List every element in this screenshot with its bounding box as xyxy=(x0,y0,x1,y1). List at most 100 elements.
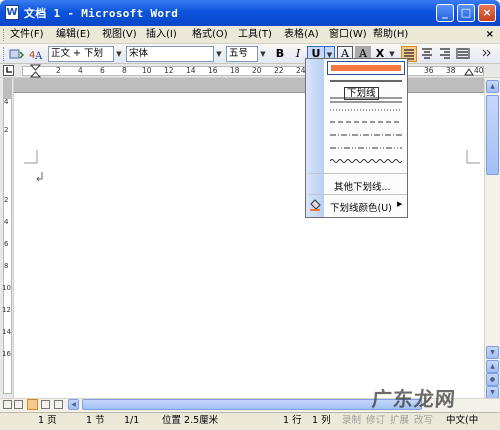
vertical-ruler-margin xyxy=(3,78,12,98)
minimize-button[interactable]: _ xyxy=(436,4,454,22)
ruler-number: 40 xyxy=(474,66,484,75)
ruler-number: 14 xyxy=(2,328,11,336)
web-view-icon[interactable] xyxy=(14,400,23,409)
indent-marker-icon[interactable] xyxy=(30,64,42,78)
underline-option-single[interactable] xyxy=(330,79,402,83)
right-indent-marker-icon[interactable] xyxy=(464,64,474,76)
status-overtype[interactable]: 改写 xyxy=(414,414,433,428)
close-button[interactable]: × xyxy=(478,4,496,22)
underline-option-selected[interactable] xyxy=(327,61,405,75)
ruler-number: 2 xyxy=(4,126,9,134)
print-view-icon[interactable] xyxy=(27,399,38,410)
submenu-arrow-icon: ▶ xyxy=(397,200,403,208)
menu-window[interactable]: 窗口(W) xyxy=(329,27,367,43)
style-combo[interactable]: 正文 + 下划 xyxy=(48,46,114,62)
underline-option-dash-dot[interactable] xyxy=(330,133,402,137)
ruler-number: 4 xyxy=(4,98,9,106)
paint-bucket-icon xyxy=(310,199,321,211)
underline-color-item[interactable]: 下划线颜色(U) xyxy=(330,200,392,214)
ruler-number: 8 xyxy=(4,262,9,270)
watermark: 广东龙网 xyxy=(371,387,457,411)
styles-pane-icon[interactable]: 4A xyxy=(28,46,44,62)
ruler-number: 12 xyxy=(2,306,11,314)
font-combo[interactable]: 宋体 xyxy=(126,46,214,62)
style-combo-value: 正文 + 下划 xyxy=(51,48,103,59)
menu-insert[interactable]: 插入(I) xyxy=(146,27,177,43)
menu-separator xyxy=(309,194,407,195)
status-page: 1 页 xyxy=(38,415,57,426)
window-title: 文档 1 - Microsoft Word xyxy=(24,7,179,20)
menu-view[interactable]: 视图(V) xyxy=(102,27,137,43)
ruler-number: 14 xyxy=(186,66,196,75)
size-combo-value: 五号 xyxy=(229,48,249,59)
status-line: 1 行 xyxy=(283,415,302,426)
toolbar-grip[interactable] xyxy=(3,47,5,61)
toolbar-overflow-icon[interactable] xyxy=(479,46,495,62)
right-margin-corner-icon xyxy=(466,150,480,164)
underline-option-dashed[interactable] xyxy=(330,120,402,124)
menu-edit[interactable]: 编辑(E) xyxy=(56,27,90,43)
underline-option-dotted[interactable] xyxy=(330,108,402,112)
menu-help[interactable]: 帮助(H) xyxy=(373,27,408,43)
browse-object-button[interactable]: ● xyxy=(486,373,499,386)
document-page[interactable] xyxy=(14,78,484,398)
ruler-number: 10 xyxy=(142,66,152,75)
underline-option-thick-swatch xyxy=(331,65,401,71)
scroll-left-button[interactable]: ◀ xyxy=(68,399,79,410)
menu-file[interactable]: 文件(F) xyxy=(10,27,44,43)
previous-page-button[interactable]: ▲ xyxy=(486,360,499,373)
menu-format[interactable]: 格式(O) xyxy=(192,27,228,43)
more-underlines-item[interactable]: 其他下划线... xyxy=(334,179,391,193)
document-close-icon[interactable]: × xyxy=(486,27,494,43)
ruler-number: 2 xyxy=(4,196,9,204)
normal-view-icon[interactable] xyxy=(3,400,12,409)
status-record[interactable]: 录制 xyxy=(342,414,361,428)
chevron-down-icon[interactable]: ▼ xyxy=(114,46,124,62)
ruler-number: 12 xyxy=(164,66,174,75)
ruler-number: 8 xyxy=(122,66,127,75)
bold-button[interactable]: B xyxy=(272,46,288,62)
status-extend[interactable]: 扩展 xyxy=(390,414,409,428)
svg-text:A: A xyxy=(34,51,43,62)
scroll-up-button[interactable]: ▲ xyxy=(486,80,499,93)
italic-button[interactable]: I xyxy=(290,46,306,62)
status-page-fraction: 1/1 xyxy=(124,415,140,426)
tab-selector-icon[interactable] xyxy=(3,65,14,76)
menu-grip[interactable] xyxy=(3,29,5,41)
left-margin-corner-icon xyxy=(24,150,38,164)
menu-table[interactable]: 表格(A) xyxy=(284,27,319,43)
reading-view-icon[interactable] xyxy=(54,400,63,409)
scroll-down-button[interactable]: ▼ xyxy=(486,346,499,359)
underline-option-dash-dot-dot[interactable] xyxy=(330,146,402,150)
page-top-edge xyxy=(14,92,484,93)
ruler-number: 10 xyxy=(2,284,11,292)
ruler-number: 2 xyxy=(56,66,61,75)
underline-option-wave[interactable] xyxy=(330,158,402,164)
align-right-icon[interactable] xyxy=(437,46,453,62)
maximize-button[interactable]: □ xyxy=(457,4,475,22)
paragraph-mark-icon xyxy=(36,172,43,181)
ruler-number: 16 xyxy=(208,66,218,75)
size-combo[interactable]: 五号 xyxy=(226,46,258,62)
align-center-icon[interactable] xyxy=(419,46,435,62)
toolbar-options-icon[interactable] xyxy=(8,46,25,62)
ruler-number: 6 xyxy=(4,240,9,248)
distributed-align-icon[interactable] xyxy=(455,46,471,62)
word-app-icon[interactable]: W xyxy=(5,5,19,20)
ruler-number: 36 xyxy=(424,66,434,75)
menu-tools[interactable]: 工具(T) xyxy=(238,27,272,43)
scroll-thumb[interactable] xyxy=(486,95,499,175)
status-language: 中文(中 xyxy=(446,415,479,426)
chevron-down-icon[interactable]: ▼ xyxy=(214,46,224,62)
outline-view-icon[interactable] xyxy=(41,400,50,409)
ruler-number: 18 xyxy=(230,66,240,75)
status-track-changes[interactable]: 修订 xyxy=(366,414,385,428)
underline-option-double[interactable] xyxy=(330,96,402,104)
ruler-number: 4 xyxy=(78,66,83,75)
ruler-number: 38 xyxy=(446,66,456,75)
page-top-gap xyxy=(14,78,484,92)
chevron-down-icon[interactable]: ▼ xyxy=(258,46,268,62)
font-combo-value: 宋体 xyxy=(129,48,149,59)
status-position: 位置 2.5厘米 xyxy=(162,415,219,426)
ruler-number: 16 xyxy=(2,350,11,358)
